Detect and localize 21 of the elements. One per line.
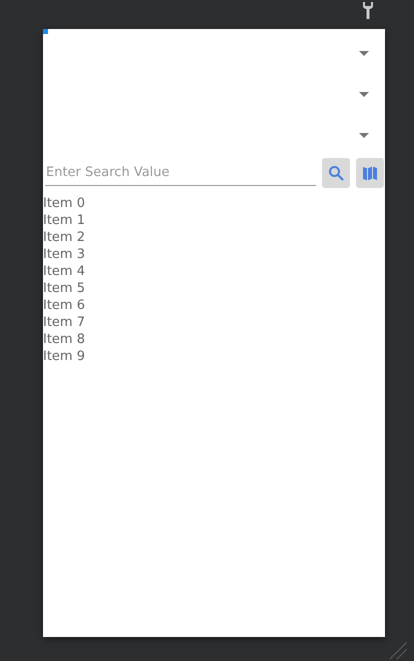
search-button[interactable] xyxy=(322,158,350,188)
caret-icon xyxy=(359,92,369,97)
resize-grip-icon[interactable] xyxy=(388,640,408,660)
list-item[interactable]: Item 7 xyxy=(43,314,385,331)
list-item[interactable]: Item 4 xyxy=(43,263,385,280)
list-item[interactable]: Item 9 xyxy=(43,348,385,365)
search-field[interactable]: Enter Search Value xyxy=(45,160,316,186)
list-item[interactable]: Item 6 xyxy=(43,297,385,314)
focus-marker xyxy=(43,29,48,34)
caret-icon xyxy=(359,133,369,138)
search-icon xyxy=(328,165,344,181)
list-item[interactable]: Item 5 xyxy=(43,280,385,297)
list-item[interactable]: Item 2 xyxy=(43,229,385,246)
caret-icon xyxy=(359,51,369,56)
list-item[interactable]: Item 0 xyxy=(43,195,385,212)
list-item[interactable]: Item 1 xyxy=(43,212,385,229)
map-icon xyxy=(362,165,378,181)
list-item[interactable]: Item 3 xyxy=(43,246,385,263)
map-button[interactable] xyxy=(356,158,384,188)
wrench-icon[interactable] xyxy=(362,2,374,19)
list-item[interactable]: Item 8 xyxy=(43,331,385,348)
